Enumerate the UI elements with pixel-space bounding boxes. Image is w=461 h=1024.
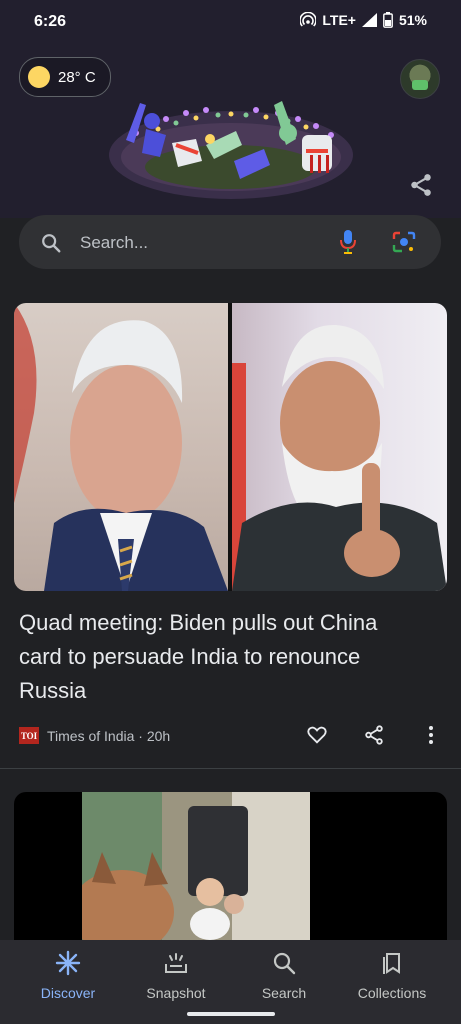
weather-chip[interactable]: 28° C [19, 57, 111, 97]
signal-icon [361, 13, 377, 27]
article-video[interactable] [14, 792, 447, 952]
card-divider [0, 768, 461, 769]
nav-discover-label: Discover [40, 985, 96, 1001]
search-icon [273, 952, 296, 975]
hotspot-icon [300, 12, 317, 27]
microphone-icon[interactable] [338, 229, 358, 255]
source-line: Times of India · 20h [47, 728, 171, 744]
snapshot-icon [165, 953, 187, 973]
google-doodle[interactable] [106, 95, 356, 201]
battery-icon [383, 12, 393, 28]
source-name: Times of India [47, 728, 135, 744]
collections-icon [383, 953, 400, 974]
google-lens-icon[interactable] [392, 231, 416, 253]
sun-icon [28, 66, 50, 88]
more-options-icon[interactable] [424, 724, 438, 746]
nav-collections-label: Collections [357, 985, 427, 1001]
home-indicator[interactable] [187, 1012, 275, 1016]
status-time: 6:26 [34, 13, 67, 30]
share-icon[interactable] [363, 724, 385, 746]
photo-left [14, 303, 228, 591]
article-image[interactable] [14, 303, 447, 591]
battery-label: 51% [398, 12, 427, 28]
heart-icon[interactable] [306, 724, 328, 746]
source-logo: TOI [19, 727, 39, 744]
article-headline[interactable]: Quad meeting: Biden pulls out China card… [19, 606, 419, 708]
photo-right [232, 303, 447, 591]
nav-snapshot[interactable]: Snapshot [121, 950, 231, 1001]
search-input[interactable]: Search... [80, 233, 148, 253]
search-icon [42, 234, 61, 253]
share-icon[interactable] [408, 172, 434, 198]
discover-icon [55, 950, 81, 976]
video-thumbnail [70, 792, 310, 952]
weather-temperature: 28° C [58, 68, 96, 86]
status-icons: LTE+ 51% [300, 12, 427, 28]
avatar[interactable] [400, 59, 440, 99]
nav-search[interactable]: Search [229, 950, 339, 1001]
nav-snapshot-label: Snapshot [146, 985, 206, 1001]
status-bar: 6:26 LTE+ 51% [0, 0, 461, 44]
network-label: LTE+ [322, 12, 356, 28]
nav-discover[interactable]: Discover [13, 950, 123, 1001]
nav-search-label: Search [261, 985, 307, 1001]
article-age: 20h [146, 728, 171, 744]
nav-collections[interactable]: Collections [337, 950, 447, 1001]
